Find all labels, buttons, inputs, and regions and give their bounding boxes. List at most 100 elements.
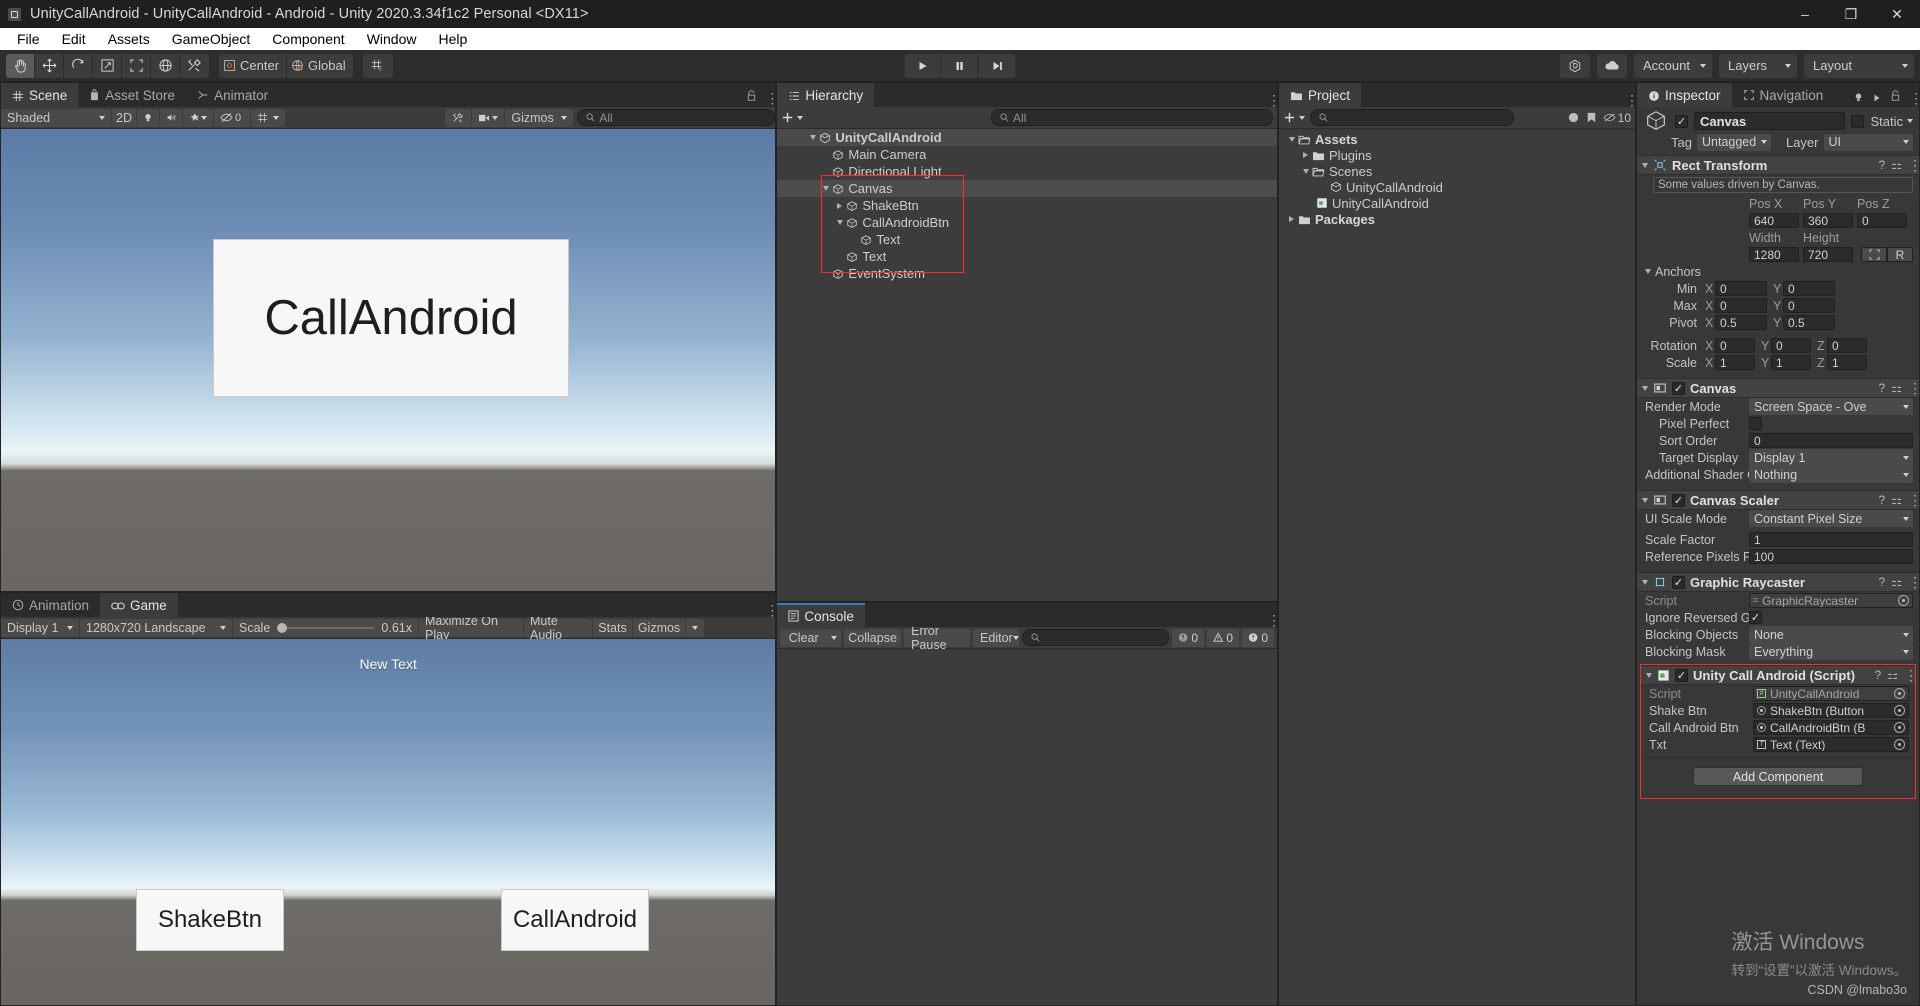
rect-tool-icon[interactable] bbox=[122, 53, 151, 78]
game-callandroid-button[interactable]: CallAndroid bbox=[501, 889, 649, 951]
play-small-icon[interactable] bbox=[1872, 93, 1882, 103]
game-gizmos-label[interactable]: Gizmos bbox=[633, 618, 685, 637]
pixel-perfect-checkbox[interactable] bbox=[1749, 417, 1762, 430]
hierarchy-row-text-child[interactable]: Text bbox=[777, 231, 1277, 248]
rotation-y-field[interactable]: 0 bbox=[1771, 338, 1811, 353]
console-log-area[interactable] bbox=[777, 649, 1278, 1005]
pivot-mode-button[interactable]: Center bbox=[219, 53, 288, 78]
preset-icon[interactable]: ⚏ bbox=[1891, 158, 1902, 172]
shakebtn-expand-caret[interactable] bbox=[833, 202, 846, 209]
target-display-dropdown[interactable]: Display 1 bbox=[1749, 449, 1913, 466]
step-button[interactable] bbox=[978, 53, 1016, 78]
component-kebab-menu[interactable]: ⋮ bbox=[1908, 493, 1919, 507]
call-android-btn-field[interactable]: CallAndroidBtn (B bbox=[1753, 720, 1909, 735]
game-aspect-dropdown[interactable]: 1280x720 Landscape bbox=[80, 618, 232, 637]
preset-icon[interactable]: ⚏ bbox=[1887, 668, 1898, 682]
collab-icon[interactable] bbox=[1560, 53, 1590, 78]
assets-expand-caret[interactable] bbox=[1285, 136, 1298, 142]
game-scale-slider[interactable]: Scale 0.61x bbox=[233, 618, 418, 637]
scene-audio-icon[interactable] bbox=[160, 108, 182, 127]
project-row-script-asset[interactable]: UnityCallAndroid bbox=[1279, 195, 1635, 211]
scale-x-field[interactable]: 1 bbox=[1715, 355, 1755, 370]
anchor-min-y-field[interactable]: 0 bbox=[1783, 281, 1835, 296]
custom-tool-icon[interactable] bbox=[180, 53, 209, 78]
maximize-on-play-button[interactable]: Maximize On Play bbox=[419, 614, 523, 642]
tag-dropdown[interactable]: Untagged bbox=[1696, 133, 1771, 151]
console-kebab-menu[interactable]: ⋮ bbox=[1267, 613, 1281, 627]
scale-tool-icon[interactable] bbox=[93, 53, 122, 78]
bulb-icon[interactable] bbox=[1853, 92, 1864, 103]
menu-edit[interactable]: Edit bbox=[51, 28, 97, 50]
scene-gizmos-dropdown[interactable]: Gizmos bbox=[505, 108, 574, 127]
mute-audio-button[interactable]: Mute Audio bbox=[524, 614, 592, 642]
canvas-scaler-header[interactable]: ✓ Canvas Scaler ? ⚏ ⋮ bbox=[1637, 490, 1919, 510]
lock-icon[interactable] bbox=[746, 90, 757, 105]
hierarchy-row-shakebtn[interactable]: ShakeBtn bbox=[777, 197, 1277, 214]
preset-icon[interactable]: ⚏ bbox=[1891, 381, 1902, 395]
scene-search-input[interactable]: All bbox=[577, 109, 776, 126]
console-error-pause-button[interactable]: Error Pause bbox=[904, 624, 971, 652]
component-kebab-menu[interactable]: ⋮ bbox=[1908, 575, 1919, 589]
width-field[interactable]: 1280 bbox=[1749, 247, 1799, 262]
tab-game[interactable]: Game bbox=[100, 593, 178, 617]
console-search-input[interactable] bbox=[1022, 629, 1170, 646]
rect-transform-header[interactable]: Rect Transform ? ⚏ ⋮ bbox=[1637, 155, 1919, 175]
project-tree[interactable]: Assets Plugins Scenes UnityCallAndroid U… bbox=[1279, 129, 1635, 1005]
hand-tool-icon[interactable] bbox=[6, 53, 35, 78]
scene-view-viewport[interactable]: CallAndroid bbox=[1, 129, 776, 591]
console-warning-count[interactable]: 0 bbox=[1207, 628, 1240, 647]
game-view-viewport[interactable]: New Text ShakeBtn CallAndroid bbox=[1, 639, 776, 1005]
object-picker-icon[interactable] bbox=[1894, 739, 1905, 750]
collapse-caret[interactable] bbox=[1642, 162, 1648, 168]
pos-z-field[interactable]: 0 bbox=[1857, 213, 1907, 228]
pause-button[interactable] bbox=[941, 53, 979, 78]
hierarchy-tree[interactable]: UnityCallAndroid Main Camera Directional… bbox=[777, 129, 1278, 601]
collap-caret[interactable] bbox=[1642, 579, 1648, 585]
menu-component[interactable]: Component bbox=[261, 28, 355, 50]
project-search-input[interactable] bbox=[1310, 109, 1515, 126]
close-button[interactable]: ✕ bbox=[1874, 0, 1920, 28]
static-checkbox[interactable] bbox=[1851, 114, 1865, 128]
hierarchy-row-directional-light[interactable]: Directional Light bbox=[777, 163, 1277, 180]
tab-animator[interactable]: Animator bbox=[186, 83, 279, 107]
scene-callandroid-button[interactable]: CallAndroid bbox=[213, 239, 569, 397]
scene-tools-icon[interactable] bbox=[445, 108, 472, 127]
txt-field[interactable]: T Text (Text) bbox=[1753, 737, 1909, 752]
collapse-caret[interactable] bbox=[1642, 497, 1648, 503]
preset-icon[interactable]: ⚏ bbox=[1891, 493, 1902, 507]
raw-edit-button[interactable]: R bbox=[1887, 247, 1913, 262]
hierarchy-row-eventsystem[interactable]: EventSystem bbox=[777, 265, 1277, 282]
help-icon[interactable]: ? bbox=[1875, 668, 1882, 682]
component-kebab-menu[interactable]: ⋮ bbox=[1908, 158, 1919, 172]
hierarchy-row-scene[interactable]: UnityCallAndroid bbox=[777, 129, 1278, 146]
script-enabled-checkbox[interactable]: ✓ bbox=[1675, 668, 1688, 682]
game-display-dropdown[interactable]: Display 1 bbox=[1, 618, 79, 637]
object-picker-icon[interactable] bbox=[1894, 688, 1905, 699]
maximize-button[interactable]: ❐ bbox=[1828, 0, 1874, 28]
console-editor-dropdown[interactable]: Editor bbox=[973, 628, 1020, 647]
menu-window[interactable]: Window bbox=[356, 28, 428, 50]
move-tool-icon[interactable] bbox=[35, 53, 64, 78]
scenes-expand-caret[interactable] bbox=[1299, 168, 1312, 174]
scale-y-field[interactable]: 1 bbox=[1771, 355, 1811, 370]
component-kebab-menu[interactable]: ⋮ bbox=[1904, 668, 1918, 682]
help-icon[interactable]: ? bbox=[1879, 381, 1886, 395]
menu-help[interactable]: Help bbox=[427, 28, 478, 50]
scene-fx-dropdown[interactable] bbox=[183, 108, 213, 127]
help-icon[interactable]: ? bbox=[1879, 493, 1886, 507]
render-mode-dropdown[interactable]: Screen Space - Ove bbox=[1749, 398, 1913, 415]
asset-filter-icon[interactable] bbox=[1567, 111, 1580, 124]
project-row-assets[interactable]: Assets bbox=[1279, 131, 1635, 147]
pivot-x-field[interactable]: 0.5 bbox=[1715, 315, 1767, 330]
menu-file[interactable]: File bbox=[6, 28, 51, 50]
console-error-count[interactable]: 0 bbox=[1242, 628, 1275, 647]
inspector-kebab-menu[interactable]: ⋮ bbox=[1909, 91, 1920, 105]
project-kebab-menu[interactable]: ⋮ bbox=[1625, 93, 1639, 107]
object-picker-icon[interactable] bbox=[1894, 705, 1905, 716]
tab-scene[interactable]: Scene bbox=[1, 83, 79, 107]
scene-lighting-icon[interactable] bbox=[137, 108, 159, 127]
transform-tool-icon[interactable] bbox=[151, 53, 180, 78]
toggle-2d-button[interactable]: 2D bbox=[112, 108, 136, 127]
tab-hierarchy[interactable]: Hierarchy bbox=[777, 83, 875, 107]
component-kebab-menu[interactable]: ⋮ bbox=[1908, 381, 1919, 395]
